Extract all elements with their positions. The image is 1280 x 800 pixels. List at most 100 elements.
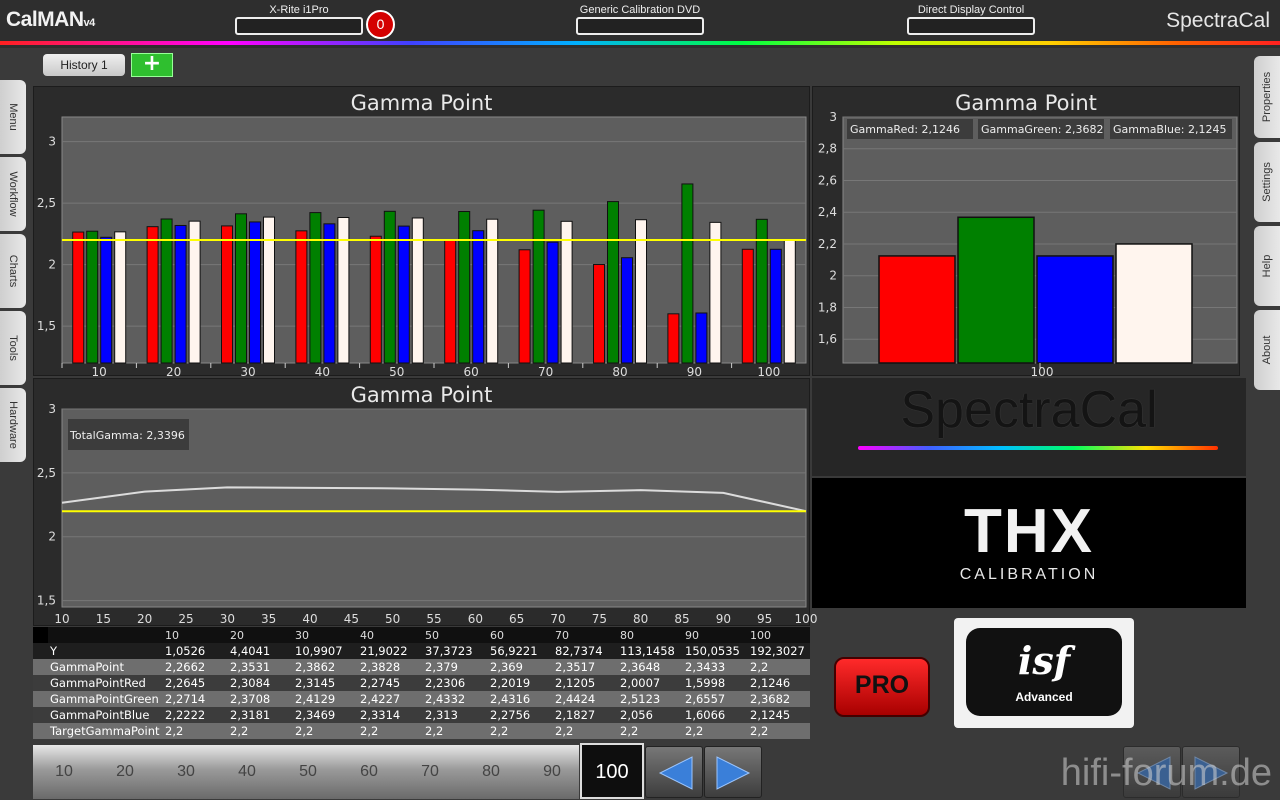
nav-point-90[interactable]: 90 [527,763,577,781]
column-header[interactable]: 20 [228,627,293,643]
table-cell[interactable]: 2,2 [553,723,618,739]
table-cell[interactable]: 2,1827 [553,707,618,723]
table-cell[interactable]: 2,3828 [358,659,423,675]
nav-point-80[interactable]: 80 [466,763,516,781]
display-device[interactable]: Direct Display Control [907,4,1035,35]
row-selector[interactable] [33,659,48,675]
table-cell[interactable]: 2,0007 [618,675,683,691]
tab-properties[interactable]: Properties [1254,56,1280,138]
table-row[interactable]: Y 1,0526 4,4041 10,9907 21,9022 37,3723 56,922… [33,643,810,659]
table-cell[interactable]: 192,3027 [748,643,810,659]
table-cell[interactable]: 2,2019 [488,675,553,691]
table-cell[interactable]: 2,2 [683,723,748,739]
current-point-button[interactable]: 100 [580,743,644,799]
table-cell[interactable]: 2,2 [163,723,228,739]
table-cell[interactable]: 10,9907 [293,643,358,659]
table-cell[interactable]: 2,6557 [683,691,748,707]
tab-settings[interactable]: Settings [1254,142,1280,222]
table-cell[interactable]: 2,2 [748,659,810,675]
table-cell[interactable]: 2,3648 [618,659,683,675]
table-cell[interactable]: 2,3314 [358,707,423,723]
nav-point-20[interactable]: 20 [100,763,150,781]
nav-point-40[interactable]: 40 [222,763,272,781]
table-cell[interactable]: 2,1205 [553,675,618,691]
table-cell[interactable]: 1,5998 [683,675,748,691]
nav-point-50[interactable]: 50 [283,763,333,781]
nav-point-70[interactable]: 70 [405,763,455,781]
column-header[interactable]: 60 [488,627,553,643]
table-cell[interactable]: 2,1245 [748,707,810,723]
table-cell[interactable]: 2,3531 [228,659,293,675]
row-selector[interactable] [33,675,48,691]
column-header[interactable]: 50 [423,627,488,643]
row-selector[interactable] [33,707,48,723]
display-status-box[interactable] [907,17,1035,35]
table-cell[interactable]: 2,4316 [488,691,553,707]
table-cell[interactable]: 2,2306 [423,675,488,691]
table-row[interactable]: TargetGammaPoint 2,2 2,2 2,2 2,2 2,2 2,2 2,2 2,2… [33,723,810,739]
table-cell[interactable]: 2,3469 [293,707,358,723]
column-header[interactable]: 30 [293,627,358,643]
table-cell[interactable]: 2,2714 [163,691,228,707]
table-cell[interactable]: 2,5123 [618,691,683,707]
add-history-button[interactable]: + [131,53,173,77]
nav-point-60[interactable]: 60 [344,763,394,781]
table-cell[interactable]: 2,2 [228,723,293,739]
table-cell[interactable]: 2,369 [488,659,553,675]
table-cell[interactable]: 2,2 [618,723,683,739]
table-cell[interactable]: 2,056 [618,707,683,723]
column-header[interactable]: 80 [618,627,683,643]
table-cell[interactable]: 2,2756 [488,707,553,723]
table-cell[interactable]: 1,0526 [163,643,228,659]
table-cell[interactable]: 1,6066 [683,707,748,723]
table-row[interactable]: GammaPoint 2,2662 2,3531 2,3862 2,3828 2,379 2… [33,659,810,675]
column-header[interactable]: 40 [358,627,423,643]
nav-point-10[interactable]: 10 [39,763,89,781]
history-tab[interactable]: History 1 [43,54,125,76]
table-cell[interactable]: 2,2 [423,723,488,739]
table-cell[interactable]: 4,4041 [228,643,293,659]
table-cell[interactable]: 2,2745 [358,675,423,691]
table-cell[interactable]: 2,4332 [423,691,488,707]
source-device[interactable]: Generic Calibration DVD [576,4,704,35]
table-cell[interactable]: 113,1458 [618,643,683,659]
row-selector[interactable] [33,691,48,707]
tab-menu[interactable]: Menu [0,80,26,154]
table-cell[interactable]: 2,3181 [228,707,293,723]
source-status-box[interactable] [576,17,704,35]
nav-point-30[interactable]: 30 [161,763,211,781]
meter-status-box[interactable] [235,17,363,35]
table-cell[interactable]: 150,0535 [683,643,748,659]
table-cell[interactable]: 21,9022 [358,643,423,659]
table-cell[interactable]: 2,2645 [163,675,228,691]
table-row[interactable]: GammaPointRed 2,2645 2,3084 2,3145 2,2745 2,2… [33,675,810,691]
table-cell[interactable]: 56,9221 [488,643,553,659]
row-selector-header[interactable] [33,627,48,643]
table-cell[interactable]: 2,2222 [163,707,228,723]
table-cell[interactable]: 2,3517 [553,659,618,675]
data-table[interactable]: 10 20 30 40 50 60 70 80 90 100 Y 1,0526 4,4041 10,990… [33,627,810,739]
table-cell[interactable]: 2,3433 [683,659,748,675]
row-selector[interactable] [33,723,48,739]
table-cell[interactable]: 2,313 [423,707,488,723]
table-cell[interactable]: 2,3708 [228,691,293,707]
table-row[interactable]: GammaPointBlue 2,2222 2,3181 2,3469 2,3314 2,… [33,707,810,723]
tab-hardware[interactable]: Hardware [0,388,26,462]
table-cell[interactable]: 2,3145 [293,675,358,691]
tab-about[interactable]: About [1254,310,1280,390]
row-selector[interactable] [33,643,48,659]
table-cell[interactable]: 2,4424 [553,691,618,707]
table-cell[interactable]: 2,379 [423,659,488,675]
meter-device[interactable]: X-Rite i1Pro [235,4,363,35]
table-cell[interactable]: 2,2 [748,723,810,739]
table-cell[interactable]: 2,4129 [293,691,358,707]
table-cell[interactable]: 2,3682 [748,691,810,707]
next-point-button[interactable] [704,746,762,798]
table-cell[interactable]: 2,3862 [293,659,358,675]
table-cell[interactable]: 2,3084 [228,675,293,691]
column-header[interactable]: 70 [553,627,618,643]
table-cell[interactable]: 2,2 [358,723,423,739]
table-cell[interactable]: 2,1246 [748,675,810,691]
table-cell[interactable]: 2,4227 [358,691,423,707]
table-cell[interactable]: 2,2 [488,723,553,739]
